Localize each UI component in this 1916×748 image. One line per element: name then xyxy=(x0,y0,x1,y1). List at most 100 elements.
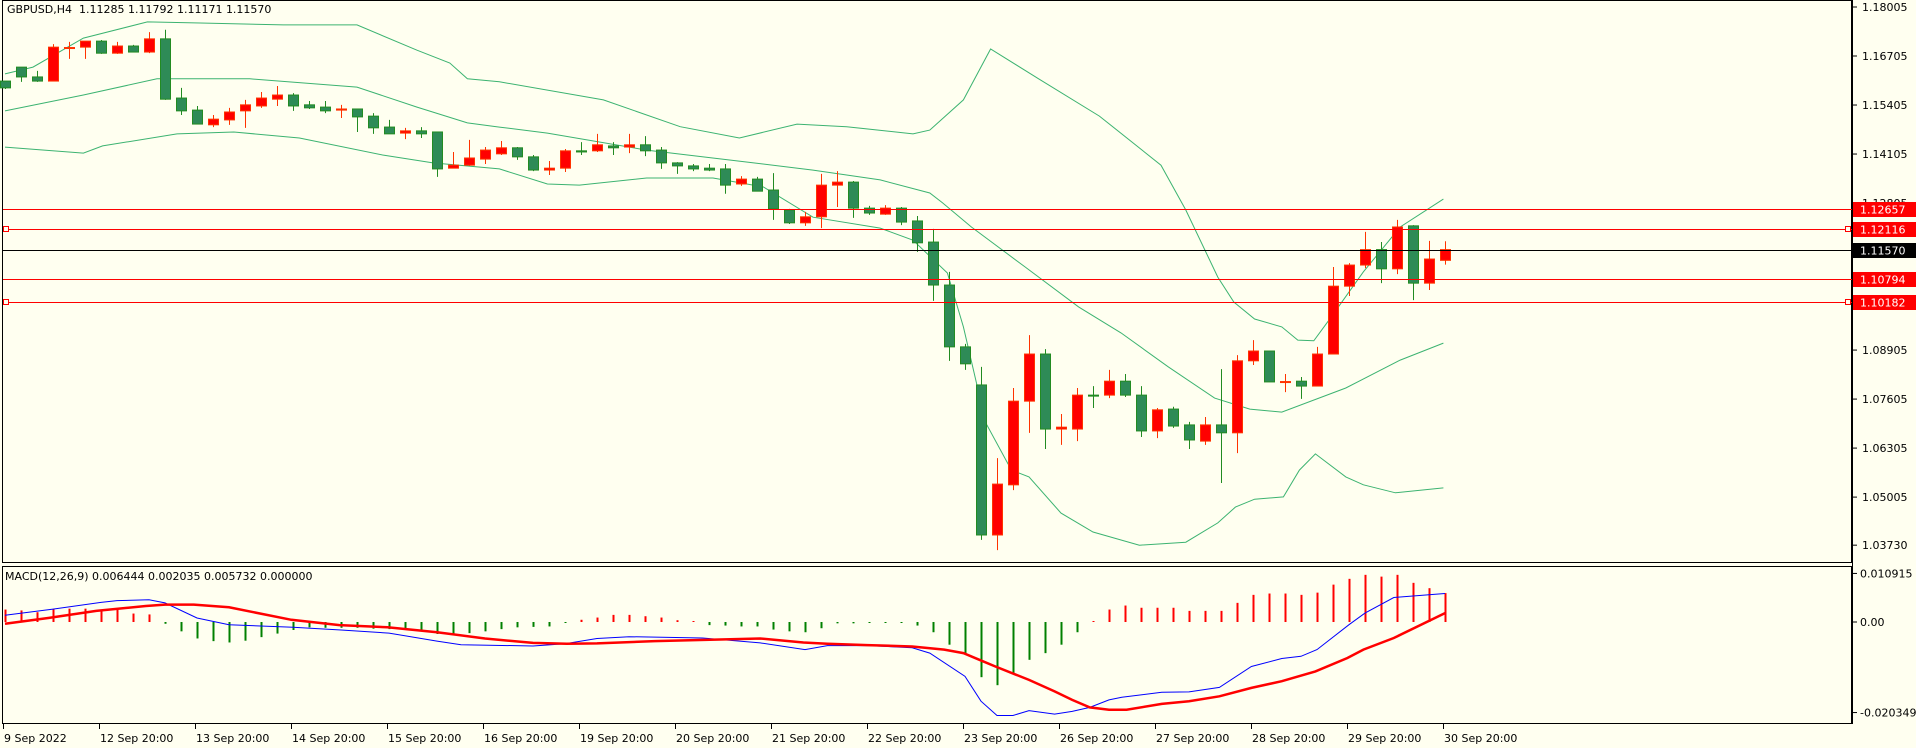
time-tick-label: 12 Sep 20:00 xyxy=(100,732,173,745)
price-tick-label: 1.06305 xyxy=(1862,442,1908,455)
chart-title: GBPUSD,H4 1.11285 1.11792 1.11171 1.1157… xyxy=(7,3,271,16)
level-price-label: 1.10794 xyxy=(1860,274,1906,287)
macd-title: MACD(12,26,9) 0.006444 0.002035 0.005732… xyxy=(5,570,312,583)
time-tick-label: 15 Sep 20:00 xyxy=(388,732,461,745)
candle-body xyxy=(1072,394,1083,430)
candle-body xyxy=(240,104,251,112)
candle-body xyxy=(688,165,699,170)
candle-body xyxy=(32,76,43,82)
ohlc-values: 1.11285 1.11792 1.11171 1.11570 xyxy=(78,3,272,16)
candle-body xyxy=(1296,380,1307,387)
candle-body xyxy=(512,147,523,158)
level-price-label: 1.11570 xyxy=(1860,245,1906,258)
candle-body xyxy=(816,184,827,218)
macd-tick-label: 0.010915 xyxy=(1860,567,1913,580)
candle-body xyxy=(1024,353,1035,402)
candle-body xyxy=(64,47,75,50)
symbol-timeframe: GBPUSD,H4 xyxy=(7,3,72,16)
candle-body xyxy=(272,94,283,100)
candle xyxy=(1264,350,1275,383)
candle-body xyxy=(1312,353,1323,387)
candle xyxy=(128,44,139,53)
candle-body xyxy=(1280,381,1291,384)
candle-body xyxy=(448,164,459,169)
chart-background xyxy=(0,0,1916,748)
candle xyxy=(784,208,795,224)
candle-body xyxy=(944,284,955,348)
chart-canvas[interactable]: 1.180051.167051.154051.141051.128051.089… xyxy=(0,0,1916,748)
price-tick-label: 1.03730 xyxy=(1862,539,1908,552)
level-anchor-marker xyxy=(3,299,9,305)
candle-body xyxy=(80,40,91,48)
candle-body xyxy=(1232,360,1243,434)
candle xyxy=(976,366,987,540)
candle-body xyxy=(896,207,907,223)
candle-body xyxy=(720,168,731,186)
time-tick-label: 27 Sep 20:00 xyxy=(1156,732,1229,745)
candle-body xyxy=(112,45,123,54)
price-tick-label: 1.05005 xyxy=(1862,491,1908,504)
macd-tick-label: 0.00 xyxy=(1860,616,1885,629)
candle xyxy=(48,44,59,82)
candle-body xyxy=(48,46,59,82)
candle-body xyxy=(176,97,187,112)
candle-body xyxy=(1264,350,1275,383)
price-tick-label: 1.08905 xyxy=(1862,344,1908,357)
candle-body xyxy=(656,149,667,164)
candle-body xyxy=(560,150,571,169)
time-tick-label: 13 Sep 20:00 xyxy=(196,732,269,745)
candle-body xyxy=(1344,264,1355,287)
price-tick-label: 1.16705 xyxy=(1862,50,1908,63)
candle-body xyxy=(128,45,139,53)
candle-body xyxy=(672,162,683,167)
candle-body xyxy=(1216,424,1227,434)
candle-body xyxy=(864,207,875,214)
time-tick-label: 26 Sep 20:00 xyxy=(1060,732,1133,745)
candle-body xyxy=(640,144,651,152)
candle-body xyxy=(432,131,443,170)
candle-body xyxy=(1408,225,1419,284)
price-tick-label: 1.14105 xyxy=(1862,148,1908,161)
level-price-label: 1.12657 xyxy=(1860,204,1906,217)
candle-body xyxy=(416,130,427,135)
candle-body xyxy=(1040,353,1051,430)
candle-body xyxy=(912,220,923,244)
candle-body xyxy=(384,126,395,135)
candle-body xyxy=(1392,226,1403,270)
candle-body xyxy=(800,216,811,224)
candle-body xyxy=(256,97,267,107)
candle-body xyxy=(1152,409,1163,432)
time-tick-label: 29 Sep 20:00 xyxy=(1348,732,1421,745)
time-tick-label: 20 Sep 20:00 xyxy=(676,732,749,745)
candle-body xyxy=(144,38,155,53)
candle-body xyxy=(1200,424,1211,442)
candle-body xyxy=(736,178,747,185)
candle-body xyxy=(784,209,795,224)
candle-body xyxy=(1376,249,1387,270)
candle-body xyxy=(480,149,491,160)
candle-body xyxy=(544,167,555,171)
candle-body xyxy=(848,181,859,209)
macd-values: 0.006444 0.002035 0.005732 0.000000 xyxy=(92,570,313,583)
candle-body xyxy=(608,145,619,149)
candle-body xyxy=(96,40,107,54)
candle xyxy=(1008,387,1019,491)
time-tick-label: 23 Sep 20:00 xyxy=(964,732,1037,745)
candle-body xyxy=(16,66,27,78)
time-tick-label: 22 Sep 20:00 xyxy=(868,732,941,745)
candle-body xyxy=(336,108,347,111)
candle xyxy=(752,176,763,192)
time-tick-label: 28 Sep 20:00 xyxy=(1252,732,1325,745)
candle-body xyxy=(208,118,219,126)
candle xyxy=(0,80,11,89)
time-tick-label: 21 Sep 20:00 xyxy=(772,732,845,745)
macd-tick-label: -0.020349 xyxy=(1860,707,1916,720)
time-tick-label: 19 Sep 20:00 xyxy=(580,732,653,745)
candle-body xyxy=(352,108,363,118)
candle-body xyxy=(928,241,939,286)
level-price-label: 1.12116 xyxy=(1860,224,1906,237)
level-anchor-marker xyxy=(1845,226,1851,232)
candle-body xyxy=(224,111,235,121)
candle-body xyxy=(1120,380,1131,396)
candle xyxy=(1168,406,1179,428)
